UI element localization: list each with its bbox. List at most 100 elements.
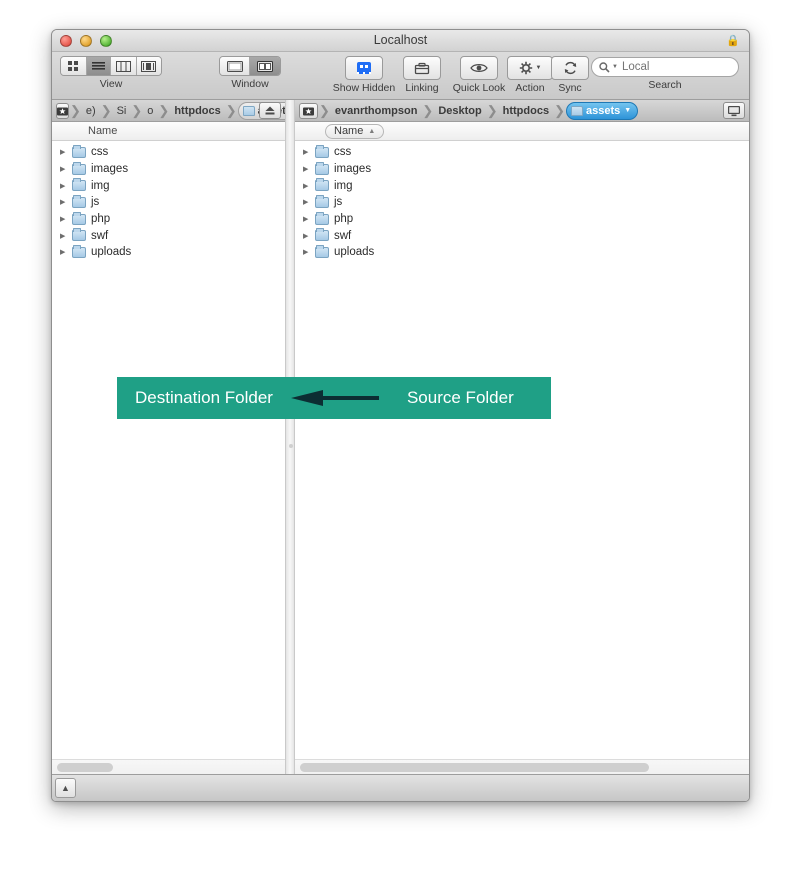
sync-group[interactable]: Sync xyxy=(551,56,589,94)
left-breadcrumb-item-2[interactable]: o xyxy=(143,102,157,120)
breadcrumb-separator: ❯ xyxy=(319,102,330,118)
list-item[interactable]: ▶ swf xyxy=(52,227,285,244)
left-breadcrumb-item-0[interactable]: e) xyxy=(82,102,100,120)
linking-group[interactable]: Linking xyxy=(395,56,449,94)
right-breadcrumb-item-assets[interactable]: assets ▼ xyxy=(566,101,639,120)
list-item[interactable]: ▶ uploads xyxy=(52,244,285,261)
list-item[interactable]: ▶ swf xyxy=(295,227,749,244)
list-item-label: uploads xyxy=(334,246,375,259)
coverflow-view-button[interactable] xyxy=(136,57,161,75)
disclosure-triangle-icon[interactable]: ▶ xyxy=(303,215,313,223)
linking-button[interactable] xyxy=(403,56,441,80)
chevron-down-icon[interactable]: ▼ xyxy=(624,107,631,114)
quick-look-button[interactable] xyxy=(460,56,498,80)
list-item[interactable]: ▶ img xyxy=(295,177,749,194)
gear-icon xyxy=(519,61,532,75)
list-item-label: swf xyxy=(91,229,109,242)
splitter-handle[interactable] xyxy=(289,444,293,448)
disclosure-triangle-icon[interactable]: ▶ xyxy=(303,165,313,173)
list-item[interactable]: ▶ php xyxy=(295,211,749,228)
right-breadcrumb-item-desktop[interactable]: Desktop xyxy=(434,102,485,120)
right-breadcrumb-item-httpdocs[interactable]: httpdocs xyxy=(499,102,553,120)
list-item-label: img xyxy=(91,179,110,192)
folder-icon xyxy=(242,105,255,116)
search-chevron-down-icon[interactable]: ▼ xyxy=(612,64,618,70)
display-button[interactable] xyxy=(723,102,745,119)
folder-icon xyxy=(72,178,86,192)
left-breadcrumb-item-3[interactable]: httpdocs xyxy=(170,102,224,120)
disclosure-triangle-icon[interactable]: ▶ xyxy=(60,182,70,190)
disclosure-triangle-icon[interactable]: ▶ xyxy=(60,148,70,156)
disclosure-triangle-icon[interactable]: ▶ xyxy=(303,148,313,156)
folder-icon xyxy=(72,244,86,258)
left-pane: ❯ e) ❯ Si ❯ o ❯ httpdocs ❯ assets ▼ xyxy=(52,100,310,774)
list-item[interactable]: ▶ images xyxy=(295,161,749,178)
right-breadcrumb: ❯ evanrthompson ❯ Desktop ❯ httpdocs ❯ a… xyxy=(295,100,749,122)
right-scrollbar-thumb[interactable] xyxy=(300,763,649,772)
lock-icon: 🔒 xyxy=(726,35,740,47)
right-column-header[interactable]: Name ▲ xyxy=(295,122,749,141)
sync-button[interactable] xyxy=(551,56,589,80)
show-hidden-group[interactable]: Show Hidden xyxy=(329,56,399,94)
right-breadcrumb-item-user[interactable]: evanrthompson xyxy=(331,102,422,120)
left-scrollbar-thumb[interactable] xyxy=(57,763,113,772)
home-icon[interactable] xyxy=(299,102,318,119)
search-field[interactable]: ▼ xyxy=(591,57,739,77)
eject-button[interactable] xyxy=(259,102,281,119)
quick-look-group[interactable]: Quick Look xyxy=(445,56,513,94)
search-input[interactable] xyxy=(621,61,734,73)
disclosure-triangle-icon[interactable]: ▶ xyxy=(303,232,313,240)
left-horizontal-scrollbar[interactable] xyxy=(52,759,285,774)
list-item[interactable]: ▶ css xyxy=(295,144,749,161)
disclosure-triangle-icon[interactable]: ▶ xyxy=(60,215,70,223)
breadcrumb-separator: ❯ xyxy=(422,102,434,118)
show-hidden-button[interactable] xyxy=(345,56,383,80)
left-breadcrumb: ❯ e) ❯ Si ❯ o ❯ httpdocs ❯ assets ▼ xyxy=(52,100,310,122)
dual-pane-button[interactable] xyxy=(250,57,280,75)
window-group: Window xyxy=(219,56,281,90)
status-bar-toggle-button[interactable]: ▲ xyxy=(55,778,76,798)
list-item-label: js xyxy=(91,196,100,209)
pane-splitter[interactable] xyxy=(285,100,295,774)
list-item[interactable]: ▶ php xyxy=(52,211,285,228)
folder-icon xyxy=(315,211,329,225)
disclosure-triangle-icon[interactable]: ▶ xyxy=(60,248,70,256)
disclosure-triangle-icon[interactable]: ▶ xyxy=(60,232,70,240)
disclosure-triangle-icon[interactable]: ▶ xyxy=(60,165,70,173)
title-bar: Localhost 🔒 xyxy=(52,30,749,52)
disclosure-triangle-icon[interactable]: ▶ xyxy=(303,248,313,256)
column-view-button[interactable] xyxy=(111,57,137,75)
list-item[interactable]: ▶ js xyxy=(295,194,749,211)
folder-icon xyxy=(315,228,329,242)
right-column-header-name-button[interactable]: Name ▲ xyxy=(325,123,385,139)
disclosure-triangle-icon[interactable]: ▶ xyxy=(303,198,313,206)
home-icon[interactable] xyxy=(56,102,69,119)
right-horizontal-scrollbar[interactable] xyxy=(295,759,749,774)
list-item-label: images xyxy=(91,163,129,176)
disclosure-triangle-icon[interactable]: ▶ xyxy=(303,182,313,190)
window-segmented-control[interactable] xyxy=(219,56,281,76)
list-item[interactable]: ▶ uploads xyxy=(295,244,749,261)
icon-view-button[interactable] xyxy=(61,57,87,75)
right-file-list: ▶ css ▶ images ▶ img ▶ js ▶ php ▶ swf ▶ … xyxy=(295,141,749,261)
list-item-label: css xyxy=(334,146,352,159)
list-item[interactable]: ▶ js xyxy=(52,194,285,211)
list-item[interactable]: ▶ img xyxy=(52,177,285,194)
list-item-label: php xyxy=(334,213,354,226)
single-pane-button[interactable] xyxy=(220,57,250,75)
annotation-banner: Destination Folder Source Folder xyxy=(117,377,551,419)
search-icon xyxy=(599,61,610,73)
disclosure-triangle-icon[interactable]: ▶ xyxy=(60,198,70,206)
action-button[interactable]: ▼ xyxy=(507,56,553,80)
breadcrumb-separator: ❯ xyxy=(70,102,81,118)
list-item[interactable]: ▶ images xyxy=(52,161,285,178)
list-item-label: images xyxy=(334,163,372,176)
left-breadcrumb-item-1[interactable]: Si xyxy=(113,102,131,120)
folder-icon xyxy=(315,194,329,208)
list-item[interactable]: ▶ css xyxy=(52,144,285,161)
action-group[interactable]: ▼ Action xyxy=(507,56,553,94)
list-view-button[interactable] xyxy=(86,57,112,75)
left-column-header[interactable]: Name xyxy=(52,122,285,141)
show-hidden-icon xyxy=(357,62,371,74)
view-segmented-control[interactable] xyxy=(60,56,162,76)
